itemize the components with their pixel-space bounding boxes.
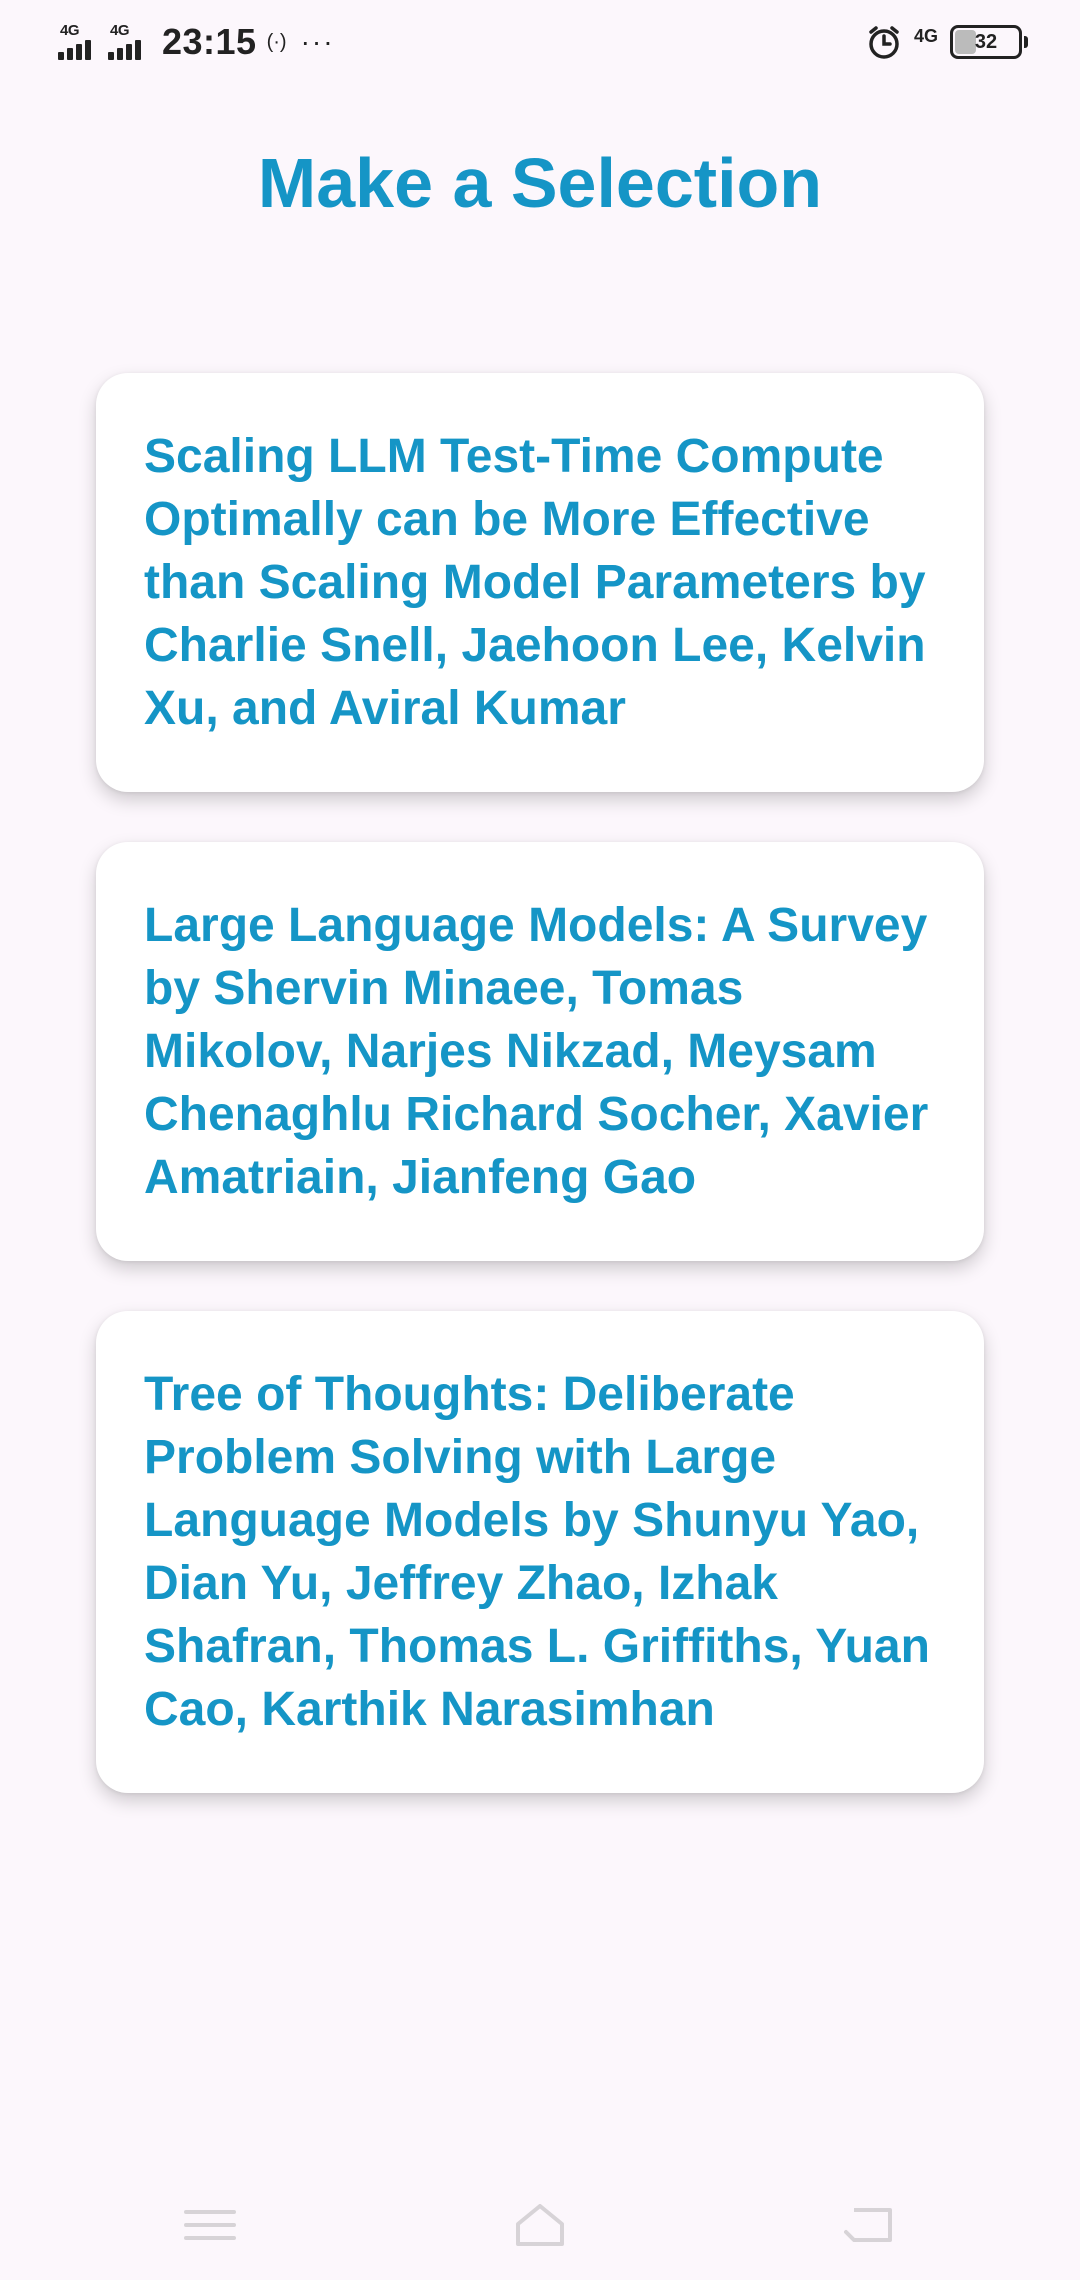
selection-card-text: Tree of Thoughts: Deliberate Problem Sol…: [144, 1368, 930, 1736]
status-bar-right: 4G 32: [866, 18, 1028, 66]
selection-list: Scaling LLM Test-Time Compute Optimally …: [96, 373, 984, 1843]
network-icon: 4G: [913, 26, 938, 46]
battery-icon: 32: [950, 25, 1028, 59]
signal-icon: 4G: [58, 22, 102, 62]
hotspot-icon: (·): [266, 30, 287, 53]
menu-icon[interactable]: [180, 2200, 240, 2250]
battery-level: 32: [974, 30, 998, 53]
selection-card[interactable]: Scaling LLM Test-Time Compute Optimally …: [96, 373, 984, 792]
page-title: Make a Selection: [257, 144, 823, 222]
sim1-network-label: 4G: [60, 22, 80, 39]
selection-card-text: Large Language Models: A Survey by Sherv…: [144, 899, 929, 1204]
sim2-network-label: 4G: [110, 22, 130, 39]
status-time: 23:15: [162, 21, 257, 62]
alarm-icon: [869, 26, 899, 59]
selection-card[interactable]: Tree of Thoughts: Deliberate Problem Sol…: [96, 1311, 984, 1793]
signal-icon: 4G: [108, 22, 152, 62]
selection-card-text: Scaling LLM Test-Time Compute Optimally …: [144, 430, 926, 735]
navigation-bar: [0, 2170, 1080, 2280]
home-icon[interactable]: [510, 2200, 570, 2250]
status-bar: 4G 4G 23:15 (·) ··· 4G 32: [0, 0, 1080, 84]
status-bar-left: 4G 4G 23:15 (·) ···: [58, 18, 335, 66]
back-icon[interactable]: [840, 2200, 900, 2250]
more-icon: ···: [300, 26, 335, 57]
selection-card[interactable]: Large Language Models: A Survey by Sherv…: [96, 842, 984, 1261]
